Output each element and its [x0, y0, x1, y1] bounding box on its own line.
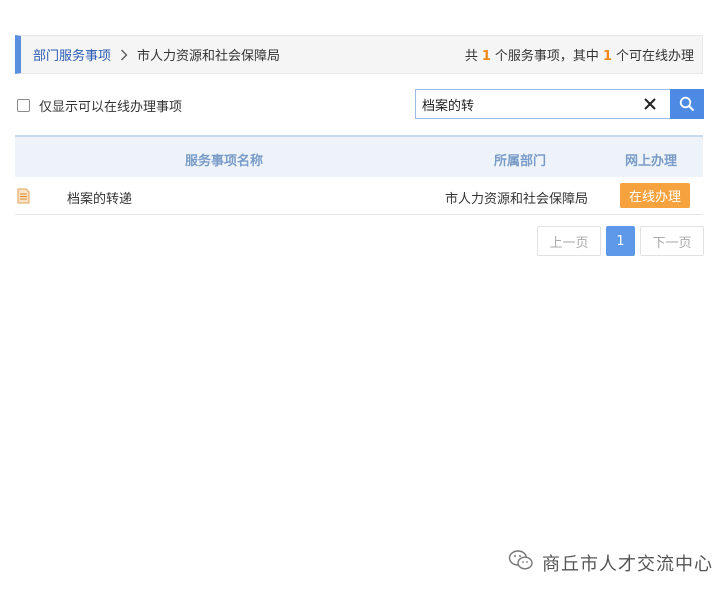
summary-middle: 个服务事项，其中: [494, 49, 599, 64]
filter-row: 仅显示可以在线办理事项: [15, 88, 704, 120]
breadcrumb: 部门服务事项 市人力资源和社会保障局 共 1 个服务事项，其中 1 个可在线办理: [15, 35, 703, 74]
column-header-online: 网上办理: [625, 154, 678, 169]
column-header-dept: 所属部门: [494, 154, 547, 169]
wechat-icon: [508, 549, 534, 576]
service-item-name[interactable]: 档案的转递: [67, 188, 132, 207]
online-process-button[interactable]: 在线办理: [620, 183, 690, 208]
online-only-checkbox[interactable]: [17, 99, 30, 112]
search-button[interactable]: [670, 89, 704, 119]
summary-prefix: 共: [464, 49, 478, 64]
service-item-dept: 市人力资源和社会保障局: [445, 192, 589, 207]
summary-suffix: 个可在线办理: [615, 49, 694, 64]
next-page-button[interactable]: 下一页: [640, 226, 704, 256]
total-count: 1: [481, 49, 491, 64]
online-count: 1: [602, 49, 612, 64]
online-only-label: 仅显示可以在线办理事项: [39, 100, 183, 115]
service-count-summary: 共 1 个服务事项，其中 1 个可在线办理: [465, 45, 694, 64]
search-icon: [679, 96, 695, 112]
breadcrumb-current: 市人力资源和社会保障局: [137, 49, 281, 64]
prev-page-button[interactable]: 上一页: [537, 226, 601, 256]
search-input[interactable]: [415, 89, 670, 119]
pagination: 上一页 1 下一页: [0, 226, 725, 256]
column-header-name: 服务事项名称: [185, 154, 264, 169]
clear-icon[interactable]: [641, 95, 659, 113]
table-header: 服务事项名称 所属部门 网上办理: [15, 135, 703, 177]
search-box: [415, 89, 704, 119]
online-only-filter[interactable]: 仅显示可以在线办理事项: [17, 96, 182, 115]
document-icon: [17, 188, 30, 208]
watermark-text: 商丘市人才交流中心: [542, 553, 713, 575]
chevron-right-icon: [120, 49, 128, 61]
page-1-button[interactable]: 1: [606, 226, 635, 256]
watermark: 商丘市人才交流中心: [508, 549, 713, 576]
table-row: 档案的转递 市人力资源和社会保障局 在线办理: [15, 177, 703, 215]
breadcrumb-link-dept-services[interactable]: 部门服务事项: [33, 45, 111, 64]
